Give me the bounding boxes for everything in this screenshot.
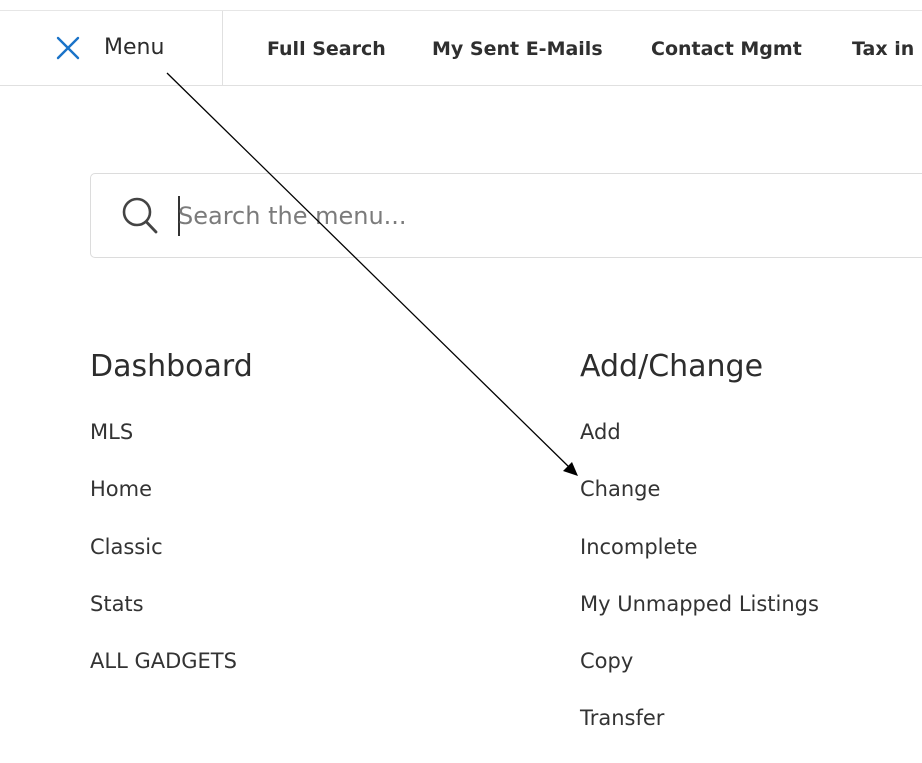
menu-item-stats[interactable]: Stats bbox=[90, 591, 237, 648]
tab-tax-info[interactable]: Tax in bbox=[852, 37, 914, 61]
section-title-add-change: Add/Change bbox=[580, 349, 764, 384]
tab-contact-mgmt[interactable]: Contact Mgmt bbox=[651, 37, 802, 61]
tab-full-search[interactable]: Full Search bbox=[267, 37, 386, 61]
menu-item-classic[interactable]: Classic bbox=[90, 534, 237, 591]
menu-item-change[interactable]: Change bbox=[580, 476, 819, 533]
menu-item-transfer[interactable]: Transfer bbox=[580, 705, 819, 762]
dashboard-menu-list: MLS Home Classic Stats ALL GADGETS bbox=[90, 419, 237, 705]
menu-item-copy[interactable]: Copy bbox=[580, 648, 819, 705]
top-navigation-bar: Menu Full Search My Sent E-Mails Contact… bbox=[0, 10, 922, 86]
menu-item-my-unmapped-listings[interactable]: My Unmapped Listings bbox=[580, 591, 819, 648]
menu-item-home[interactable]: Home bbox=[90, 476, 237, 533]
tab-my-sent-emails[interactable]: My Sent E-Mails bbox=[432, 37, 603, 61]
menu-item-incomplete[interactable]: Incomplete bbox=[580, 534, 819, 591]
menu-search-input[interactable] bbox=[178, 194, 898, 238]
menu-item-mls[interactable]: MLS bbox=[90, 419, 237, 476]
section-title-dashboard: Dashboard bbox=[90, 349, 253, 384]
menu-toggle-button[interactable]: Menu bbox=[0, 11, 223, 85]
menu-search-box[interactable] bbox=[90, 173, 922, 258]
close-icon bbox=[56, 36, 80, 60]
add-change-menu-list: Add Change Incomplete My Unmapped Listin… bbox=[580, 419, 819, 763]
annotation-arrow-line bbox=[166, 72, 571, 469]
menu-item-add[interactable]: Add bbox=[580, 419, 819, 476]
annotation-arrow-head bbox=[563, 462, 578, 476]
menu-item-all-gadgets[interactable]: ALL GADGETS bbox=[90, 648, 237, 705]
menu-label: Menu bbox=[104, 35, 165, 60]
search-icon bbox=[122, 197, 158, 234]
